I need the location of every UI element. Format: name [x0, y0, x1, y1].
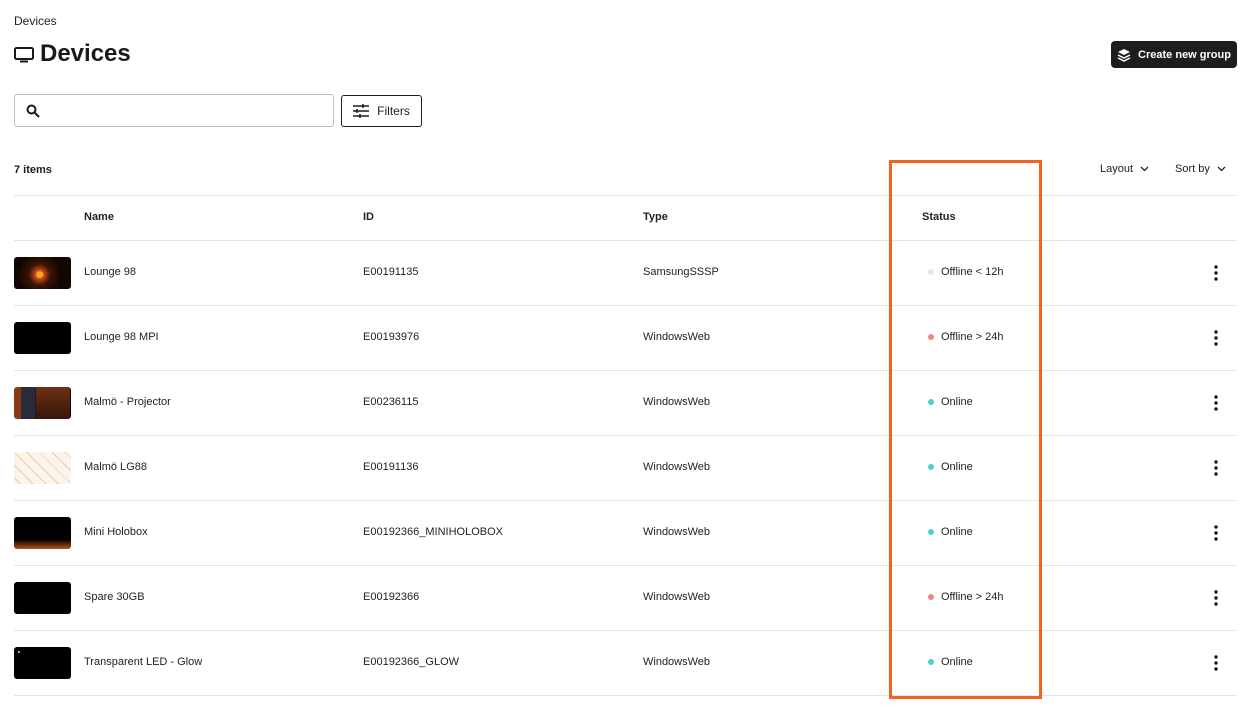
device-name: Malmö LG88: [84, 461, 147, 473]
vertical-ellipsis-icon: [1214, 265, 1218, 281]
status-label: Offline < 12h: [941, 266, 1004, 278]
device-id: E00193976: [363, 331, 420, 343]
device-id: E00192366_GLOW: [363, 656, 460, 668]
more-options-button[interactable]: [1206, 523, 1226, 543]
filters-button[interactable]: Filters: [341, 95, 422, 127]
breadcrumb[interactable]: Devices: [14, 14, 57, 28]
status-dot-icon: [928, 464, 934, 470]
create-new-group-label: Create new group: [1138, 48, 1231, 61]
table-row[interactable]: Mini Holobox E00192366_MINIHOLOBOX Windows…: [14, 501, 1237, 566]
device-type: WindowsWeb: [643, 461, 711, 473]
device-thumbnail: [14, 647, 71, 679]
device-thumbnail: [14, 517, 71, 549]
devices-table: Name ID Type Status Lounge 98 E00191135 Sa…: [14, 195, 1237, 696]
search-icon: [26, 104, 40, 118]
device-id: E00191136: [363, 461, 419, 473]
chevron-down-icon: [1140, 166, 1149, 172]
table-row[interactable]: Malmö - Projector E00236115 WindowsWeb Onli…: [14, 371, 1237, 436]
device-name: Malmö - Projector: [84, 396, 171, 408]
status-label: Offline > 24h: [941, 331, 1004, 343]
more-options-button[interactable]: [1206, 393, 1226, 413]
status-dot-icon: [928, 594, 934, 600]
status-label: Offline > 24h: [941, 591, 1004, 603]
device-id: E00191135: [363, 266, 419, 278]
status-dot-icon: [928, 399, 934, 405]
more-options-button[interactable]: [1206, 328, 1226, 348]
page-header: Devices: [14, 40, 131, 68]
device-id: E00236115: [363, 396, 419, 408]
table-row[interactable]: Transparent LED - Glow E00192366_GLOW Wind…: [14, 631, 1237, 696]
layout-label: Layout: [1100, 163, 1134, 175]
status-badge: Offline > 24h: [928, 591, 1003, 603]
device-type: WindowsWeb: [643, 526, 711, 538]
status-label: Online: [941, 396, 973, 408]
filters-label: Filters: [377, 104, 410, 118]
vertical-ellipsis-icon: [1214, 330, 1218, 346]
vertical-ellipsis-icon: [1214, 655, 1218, 671]
device-name: Lounge 98 MPI: [84, 331, 159, 343]
device-thumbnail: [14, 452, 71, 484]
device-thumbnail: [14, 387, 71, 419]
column-header-status[interactable]: Status: [922, 211, 956, 223]
sort-by-dropdown[interactable]: Sort by: [1175, 163, 1226, 175]
device-type: WindowsWeb: [643, 656, 711, 668]
status-label: Online: [941, 526, 973, 538]
device-thumbnail: [14, 322, 71, 354]
status-badge: Online: [928, 526, 973, 538]
status-label: Online: [941, 461, 973, 473]
more-options-button[interactable]: [1206, 588, 1226, 608]
table-header: Name ID Type Status: [14, 195, 1237, 241]
table-row[interactable]: Spare 30GB E00192366 WindowsWeb Offline > 2…: [14, 566, 1237, 631]
column-header-name[interactable]: Name: [84, 211, 114, 223]
layout-dropdown[interactable]: Layout: [1100, 163, 1149, 175]
device-type: SamsungSSSP: [643, 266, 719, 278]
status-dot-icon: [928, 334, 934, 340]
device-type: WindowsWeb: [643, 331, 711, 343]
sliders-icon: [353, 104, 370, 118]
device-type: WindowsWeb: [643, 591, 711, 603]
search-box[interactable]: [14, 94, 334, 127]
device-name: Spare 30GB: [84, 591, 145, 603]
device-name: Mini Holobox: [84, 526, 148, 538]
layers-icon: [1117, 48, 1131, 62]
vertical-ellipsis-icon: [1214, 525, 1218, 541]
status-badge: Online: [928, 656, 973, 668]
chevron-down-icon: [1217, 166, 1226, 172]
status-badge: Online: [928, 461, 973, 473]
status-dot-icon: [928, 269, 934, 275]
search-input[interactable]: [48, 95, 333, 126]
vertical-ellipsis-icon: [1214, 395, 1218, 411]
vertical-ellipsis-icon: [1214, 590, 1218, 606]
status-badge: Offline > 24h: [928, 331, 1003, 343]
table-row[interactable]: Malmö LG88 E00191136 WindowsWeb Online: [14, 436, 1237, 501]
more-options-button[interactable]: [1206, 263, 1226, 283]
device-id: E00192366: [363, 591, 420, 603]
table-row[interactable]: Lounge 98 E00191135 SamsungSSSP Offline < 1…: [14, 241, 1237, 306]
device-type: WindowsWeb: [643, 396, 711, 408]
status-badge: Offline < 12h: [928, 266, 1003, 278]
vertical-ellipsis-icon: [1214, 460, 1218, 476]
column-header-id[interactable]: ID: [363, 211, 374, 223]
table-body: Lounge 98 E00191135 SamsungSSSP Offline < 1…: [14, 241, 1237, 696]
status-badge: Online: [928, 396, 973, 408]
create-new-group-button[interactable]: Create new group: [1111, 41, 1237, 68]
status-dot-icon: [928, 529, 934, 535]
column-header-type[interactable]: Type: [643, 211, 668, 223]
sort-by-label: Sort by: [1175, 163, 1210, 175]
monitor-icon: [14, 47, 34, 63]
item-count: 7 items: [14, 164, 52, 176]
page-title: Devices: [40, 40, 131, 67]
device-thumbnail: [14, 257, 71, 289]
table-row[interactable]: Lounge 98 MPI E00193976 WindowsWeb Offline …: [14, 306, 1237, 371]
device-name: Lounge 98: [84, 266, 136, 278]
more-options-button[interactable]: [1206, 458, 1226, 478]
status-dot-icon: [928, 659, 934, 665]
device-name: Transparent LED - Glow: [84, 656, 203, 668]
device-id: E00192366_MINIHOLOBOX: [363, 526, 504, 538]
status-label: Online: [941, 656, 973, 668]
device-thumbnail: [14, 582, 71, 614]
more-options-button[interactable]: [1206, 653, 1226, 673]
